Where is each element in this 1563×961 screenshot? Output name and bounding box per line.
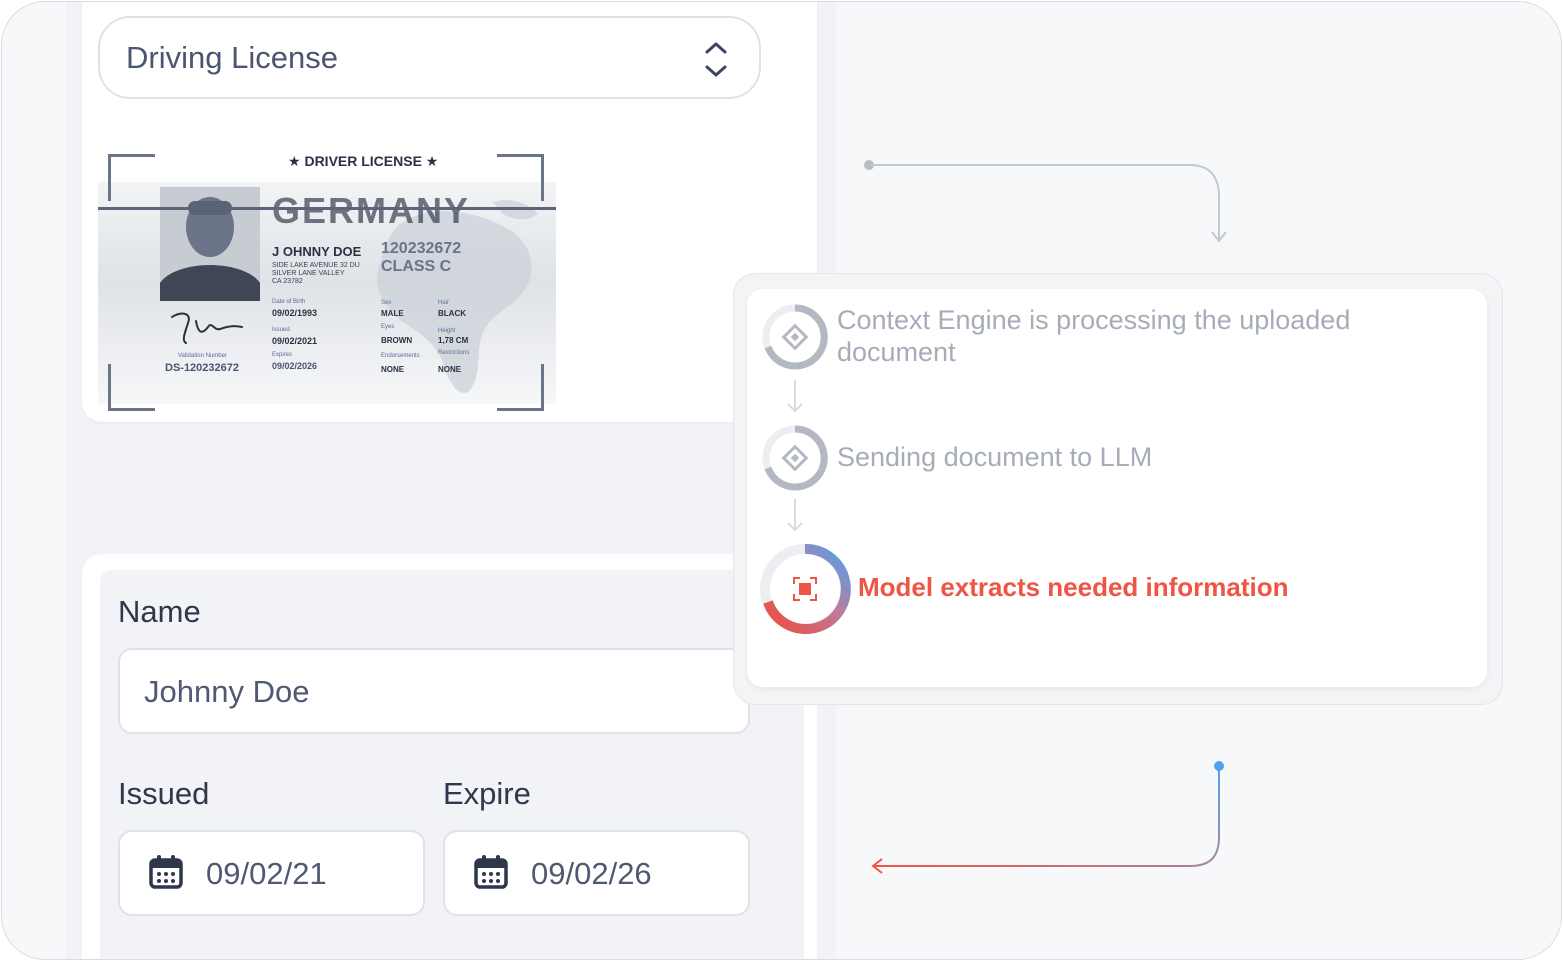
scan-line [98,207,556,210]
step-2-label: Sending document to LLM [837,442,1153,472]
step-down-arrow [787,380,803,413]
license-holder-name: J OHNNY DOE [272,244,362,259]
license-country: GERMANY [272,190,471,231]
height-value: 1,78 CM [438,336,469,345]
chevron-up-down-icon [703,40,729,80]
step-down-arrow [787,499,803,532]
issued-value: 09/02/2021 [272,336,318,346]
endorsements-label: Endorsements [381,353,420,359]
license-address: SIDE LAKE AVENUE 32 DU SILVER LANE VALLE… [272,262,360,285]
name-input-value: Johnny Doe [144,674,310,709]
step-spinner-icon [762,425,828,491]
eyes-label: Eyes [381,324,395,330]
dob-value: 09/02/1993 [272,308,318,318]
dob-label: Date of Birth [272,299,306,305]
document-type-select[interactable]: Driving License [98,16,761,99]
hair-value: BLACK [438,309,466,318]
validation-label: Validation Number [178,353,227,359]
issued-date-input[interactable]: 09/02/21 [118,830,425,916]
signature-icon [171,312,243,344]
height-label: Height [438,328,456,334]
restrictions-label: Restrictions [438,350,470,356]
scan-corner-bl [108,364,155,411]
hair-label: Hair [438,300,450,306]
restrictions-value: NONE [438,365,462,374]
license-number: 120232672 [381,240,462,257]
connector-bottom-arrow [871,761,1224,874]
expire-date-value: 09/02/26 [531,856,652,891]
active-step-progress-icon [760,543,851,634]
calendar-icon [474,855,508,889]
endorsements-value: NONE [381,365,405,374]
expires-value: 09/02/2026 [272,361,318,371]
scan-corner-tr [497,154,544,201]
name-label: Name [118,594,201,629]
issued-label: Issued [272,327,290,333]
issued-date-value: 09/02/21 [206,856,327,891]
app-frame: Driving License Validation Number DS-120… [1,1,1562,960]
scan-corner-br [497,364,544,411]
sex-label: Sex [381,300,392,306]
name-input[interactable]: Johnny Doe [118,648,750,734]
license-class: CLASS C [381,258,452,275]
document-type-value: Driving License [126,40,338,75]
expire-date-input[interactable]: 09/02/26 [443,830,750,916]
expires-label: Expires [272,352,293,358]
validation-number: DS-120232672 [165,362,240,374]
step-spinner-icon [762,304,828,370]
step-3-label: Model extracts needed information [858,572,1289,602]
calendar-icon [149,855,183,889]
license-title: ★ DRIVER LICENSE ★ [288,153,439,169]
step-1-label: Context Engine is processing the uploade… [837,305,1351,367]
connector-top-arrow [864,160,1227,243]
sex-value: MALE [381,309,404,318]
extracted-form: Name Johnny Doe Issued 09/02/21 Expire 0… [100,570,804,959]
holder-photo [160,187,260,301]
issued-field-label: Issued [118,776,210,811]
expire-field-label: Expire [443,776,531,811]
license-scan-preview: Validation Number DS-120232672 J OHNNY D… [98,152,556,411]
eyes-value: BROWN [381,336,413,345]
scan-corner-tl [108,154,155,201]
